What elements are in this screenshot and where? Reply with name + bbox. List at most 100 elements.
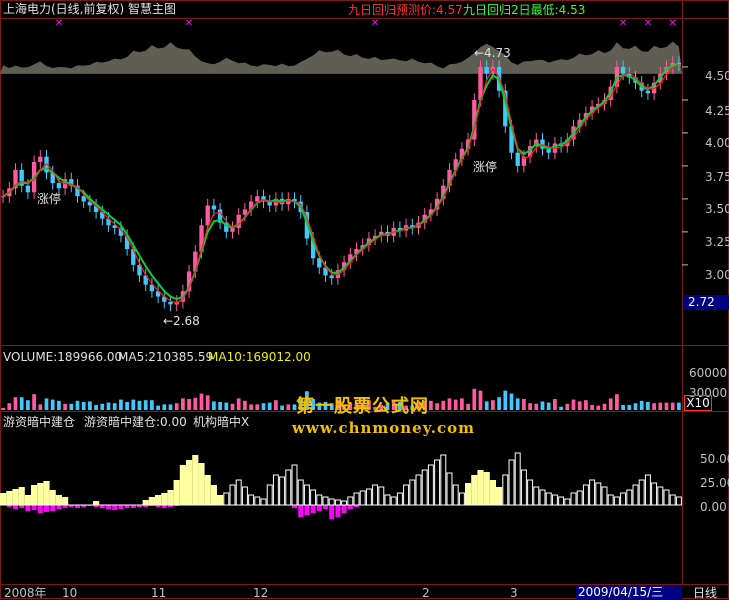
indicator-yellow-bar [471,475,478,505]
volume-bar [553,399,557,410]
volume-bar [484,401,489,410]
indicator-white-bar [359,490,366,506]
volume-bar [577,401,582,410]
chart-canvas[interactable]: ✕ ✕ ✕ ✕ ✕ ✕ [0,0,729,600]
indicator-yellow-bar [49,490,56,505]
volume-bar [7,403,12,410]
indicator-white-bar [384,494,391,506]
indicator-yellow-bar [489,480,496,505]
indicator-yellow-bar [155,495,162,505]
candle-body [620,66,626,74]
indicator-yellow-bar [93,501,100,505]
indicator-magenta-bar [37,505,43,513]
forecast-price-label: 九日回归预测价:4.57 [348,3,463,17]
indicator-yellow-bar [477,470,484,505]
volume-bar [621,405,625,410]
indicator-white-bar [440,454,447,506]
indicator-white-bar [396,492,403,506]
indicator-white-bar [347,496,354,506]
volume-bar [608,398,613,410]
indicator-white-bar [620,492,627,506]
volume-bar [174,403,179,410]
price-tick-375: 3.75 [705,170,729,184]
indicator-yellow-bar [148,497,155,505]
signal-marker: ✕ [185,18,193,29]
indicator-white-bar [365,488,372,506]
volume-bar [627,405,632,410]
indicator-white-bar [421,469,428,506]
volume-bar [112,403,117,410]
indicator-white-bar [452,484,459,506]
indicator-magenta-bar [112,505,118,510]
price-tick-300: 3.00 [705,268,729,282]
volume-bar [584,400,588,410]
volume-bar [503,390,508,410]
volume-bar [205,395,210,410]
volume-bar [633,403,638,410]
indicator-label-3: 机构暗中X [193,415,250,429]
indicator-white-bar [533,486,540,506]
indicator-white-bar [539,489,546,506]
date-cursor-box[interactable]: 2009/04/15/三 [576,585,682,600]
indicator-white-bar [558,496,565,506]
signal-marker: ✕ [644,18,652,29]
volume-bar [187,399,191,410]
candle-body [205,205,210,226]
indicator-yellow-bar [483,472,490,505]
volume-bar [243,400,247,410]
indicator-label-2: 游资暗中建仓:0.00 [84,415,187,429]
volume-bar [540,401,545,410]
volume-bar [509,393,514,410]
volume-bar [664,402,669,410]
volume-bar [44,398,49,410]
indicator-white-bar [657,486,664,506]
indicator-white-bar [223,492,230,506]
indicator-white-bar [446,472,453,506]
indicator-tick-25: 25.00 [700,476,729,490]
price-tick-450: 4.50 [705,69,729,83]
indicator-yellow-bar [62,497,69,505]
candle-body [38,156,43,162]
period-label[interactable]: 日线 [693,586,717,600]
volume-bar [497,397,501,410]
indicator-yellow-bar [142,500,149,505]
volume-bar [1,408,5,410]
indicator-magenta-bar [323,505,328,509]
candle-body [211,205,217,210]
volume-bar [472,388,477,410]
volume-bar [212,401,216,410]
candle-body [25,185,31,193]
low-price-marker: ←2.68 [163,314,200,328]
volume-bar [602,403,607,410]
stock-chart-window: ✕ ✕ ✕ ✕ ✕ ✕ 上海电力(日线,前复权) 智慧主图 九日回归预测价:4.57 九日… [0,0,729,600]
watermark-title: 第一股票公式网 [296,396,429,417]
fast-ma-line [2,64,680,304]
indicator-yellow-bar [179,465,186,505]
indicator-magenta-bar [25,505,31,511]
signal-marker: ✕ [55,18,63,29]
volume-bar [143,400,148,410]
x-label-3: 3 [510,586,518,600]
volume-bar [429,400,433,410]
indicator-white-bar [632,484,639,506]
candle-body [56,183,62,189]
indicator-yellow-bar [186,460,193,505]
indicator-white-bar [272,474,279,506]
candle-body [255,196,260,202]
indicator-white-bar [316,494,323,506]
indicator-tick-50: 50.00 [700,452,729,466]
indicator-white-bar [303,484,310,506]
volume-unit-box: X10 [684,395,712,411]
indicator-yellow-bar [161,493,168,505]
volume-bar [460,398,464,410]
forecast-low-label: 九日回归2日最低:4.53 [463,3,586,17]
ma-line [2,63,680,301]
indicator-magenta-bar [341,505,347,513]
indicator-magenta-bar [329,505,335,519]
indicator-white-bar [514,452,521,506]
volume-bar [137,400,142,410]
indicator-yellow-bar [210,485,217,505]
volume-bar [646,402,650,410]
x-label-10: 10 [62,586,78,600]
volume-bar [274,400,278,410]
